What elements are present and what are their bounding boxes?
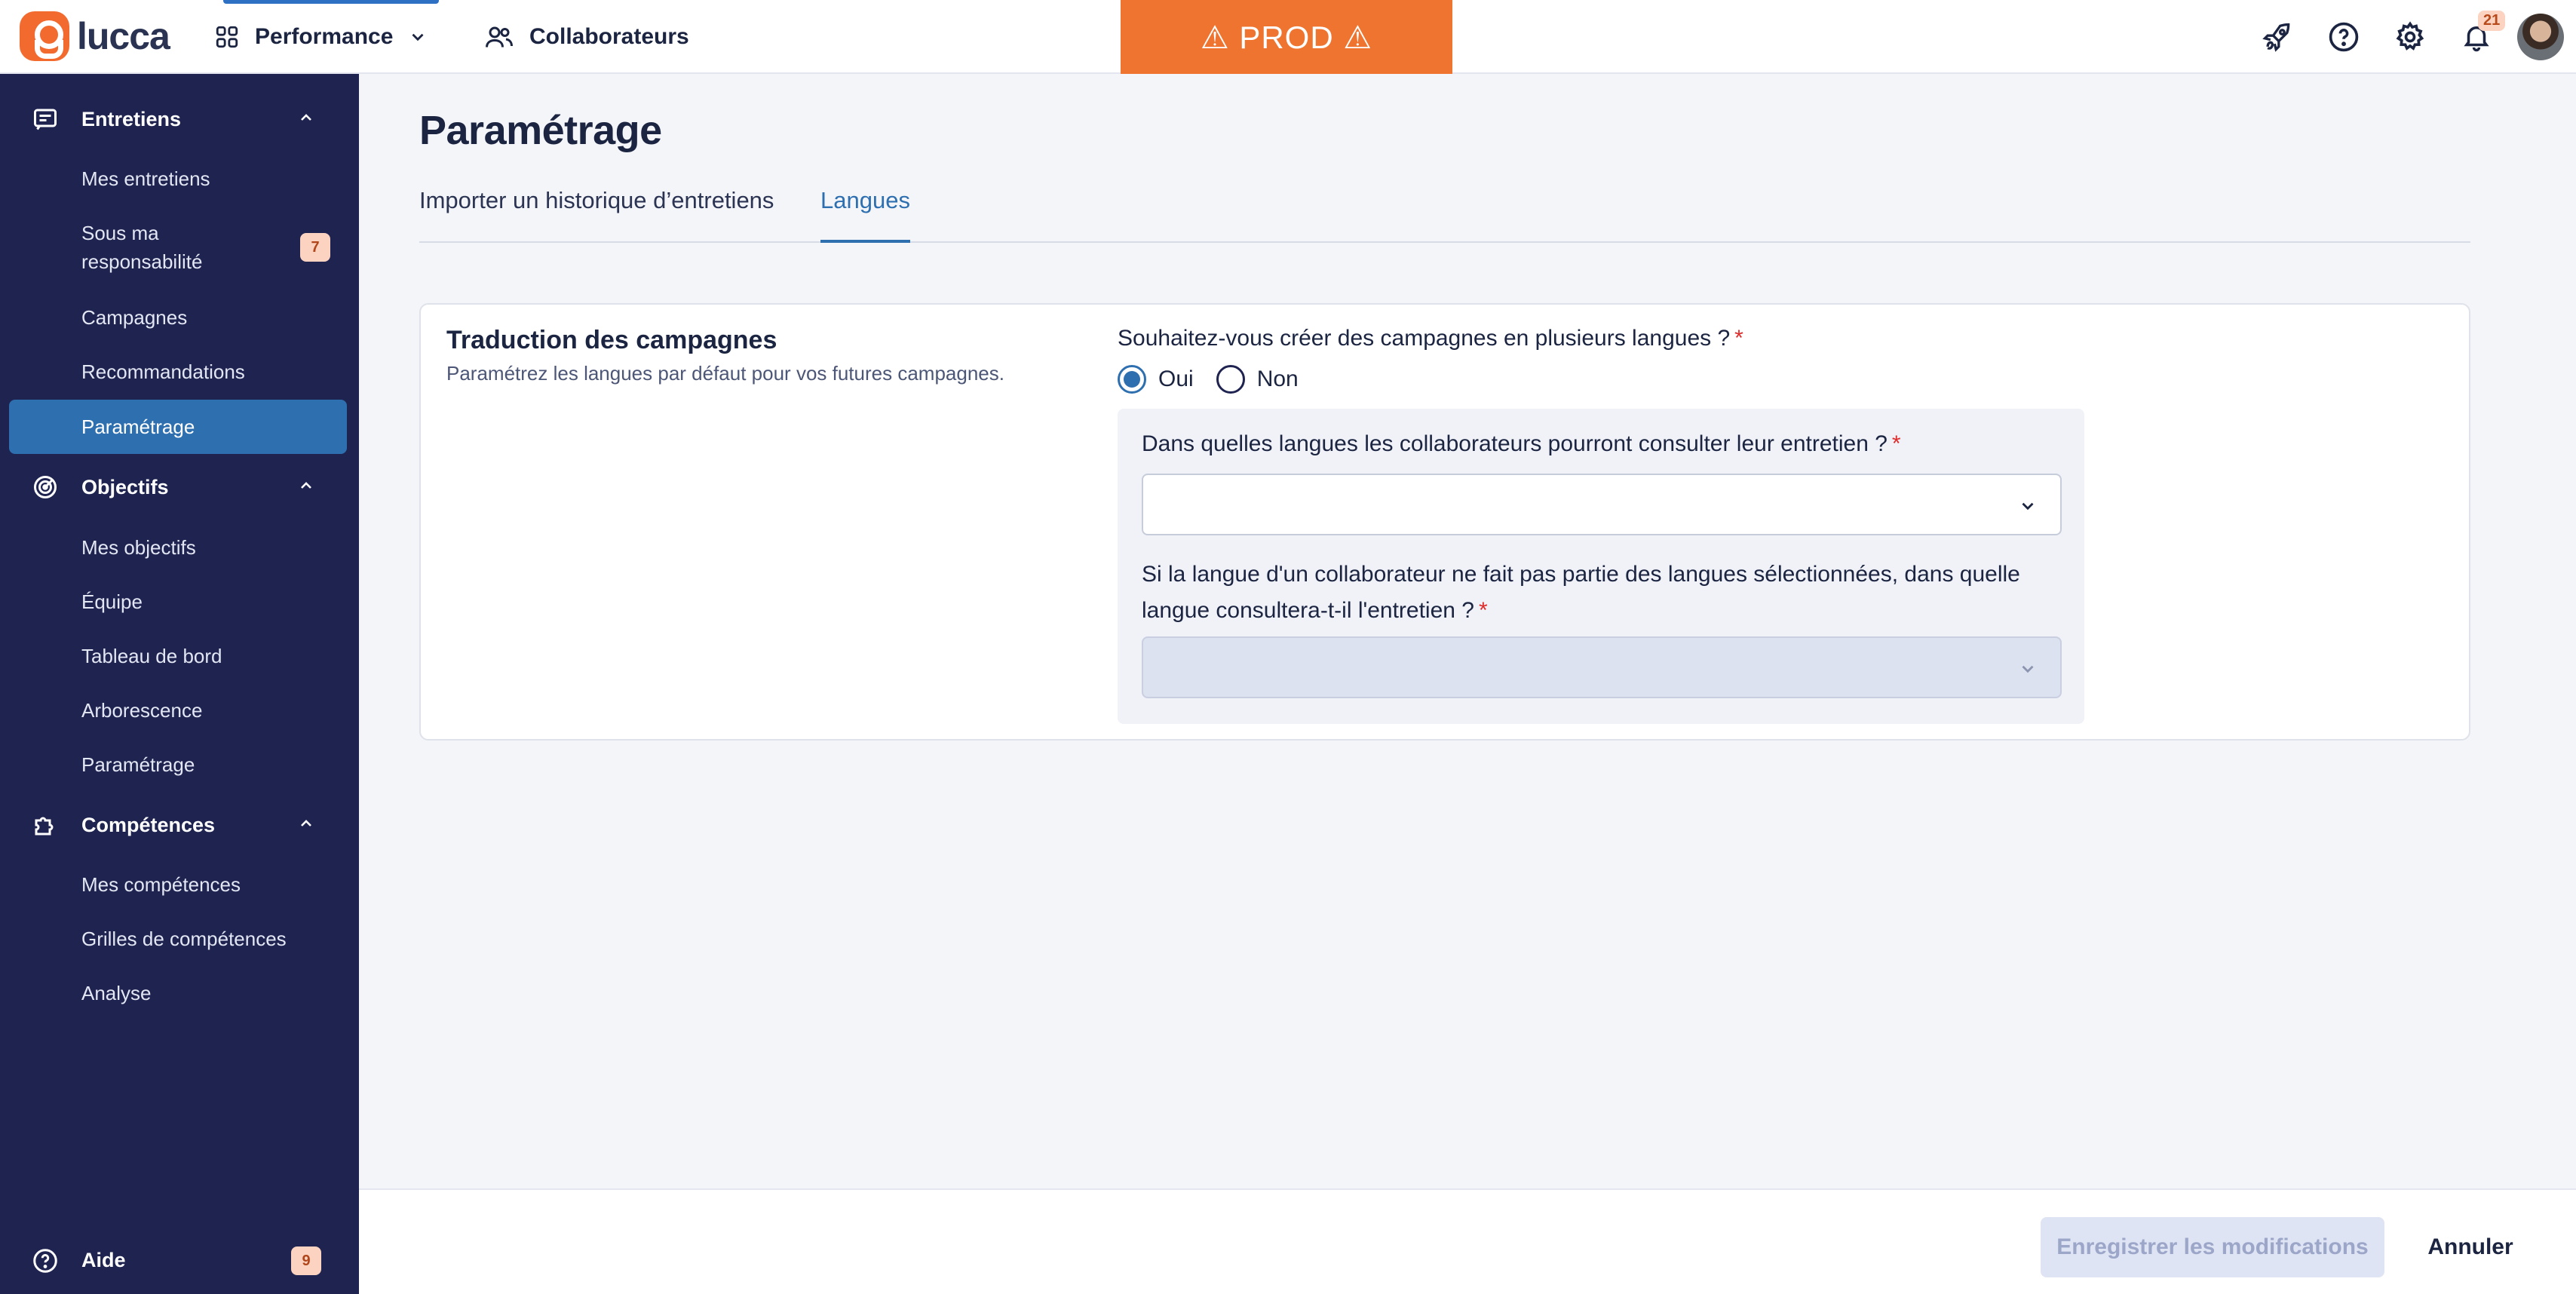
settings-icon — [2394, 20, 2427, 54]
lucca-logo-icon — [20, 11, 69, 61]
languages-select[interactable] — [1142, 474, 2062, 535]
sidebar-item-grilles-de-competences[interactable]: Grilles de compétences — [9, 925, 347, 953]
multilang-radio-group: Oui Non — [1118, 365, 1321, 394]
languages-question: Dans quelles langues les collaborateurs … — [1142, 431, 1901, 457]
message-icon — [32, 106, 59, 133]
notification-count-badge: 21 — [2478, 11, 2506, 31]
question-label: Dans quelles langues les collaborateurs … — [1142, 431, 1888, 456]
sidebar-item-arborescence[interactable]: Arborescence — [9, 696, 347, 725]
sidebar-item-analyse[interactable]: Analyse — [9, 979, 347, 1007]
chevron-down-icon — [408, 27, 428, 47]
chevron-up-icon — [297, 814, 315, 833]
footer-actions: Enregistrer les modifications Annuler — [359, 1188, 2576, 1294]
save-button[interactable]: Enregistrer les modifications — [2041, 1217, 2384, 1277]
target-icon — [32, 474, 59, 501]
section-label: Objectifs — [81, 475, 169, 498]
sidebar-item-campagnes[interactable]: Campagnes — [9, 303, 347, 332]
logo-text: lucca — [77, 15, 170, 57]
rocket-icon — [2261, 20, 2294, 54]
section-label: Compétences — [81, 813, 216, 836]
card-title: Traduction des campagnes — [446, 326, 777, 354]
help-icon — [2327, 20, 2360, 54]
radio-non[interactable] — [1216, 365, 1245, 394]
question-label: Souhaitez-vous créer des campagnes en pl… — [1118, 326, 1731, 351]
radio-oui[interactable] — [1118, 365, 1146, 394]
top-icons: 21 — [2244, 0, 2576, 74]
notifications-button[interactable]: 21 — [2443, 0, 2510, 74]
prod-environment-banner: ⚠ PROD ⚠ — [1121, 0, 1452, 74]
chevron-down-icon — [2018, 496, 2038, 516]
required-mark: * — [1891, 431, 1901, 456]
sidebar-section-competences[interactable]: Compétences — [0, 798, 359, 852]
tab-bar: Importer un historique d’entretiens Lang… — [419, 179, 2470, 243]
rocket-button[interactable] — [2244, 0, 2311, 74]
page-title: Paramétrage — [419, 108, 662, 153]
help-label: Aide — [81, 1249, 126, 1271]
users-icon — [484, 23, 514, 51]
user-avatar[interactable] — [2517, 14, 2564, 60]
language-options-panel: Dans quelles langues les collaborateurs … — [1118, 409, 2084, 724]
section-label: Entretiens — [81, 107, 182, 130]
question-label: Si la langue d'un collaborateur ne fait … — [1142, 562, 2020, 623]
grid-icon — [214, 24, 240, 50]
card-subtitle: Paramétrez les langues par défaut pour v… — [446, 362, 1004, 385]
app-switcher-performance[interactable]: Performance — [214, 0, 440, 74]
cancel-button[interactable]: Annuler — [2410, 1217, 2531, 1277]
sidebar-item-recommandations[interactable]: Recommandations — [9, 357, 347, 386]
radio-label-oui[interactable]: Oui — [1158, 366, 1194, 392]
app-label-collaborateurs: Collaborateurs — [529, 24, 689, 49]
chevron-up-icon — [297, 477, 315, 495]
sidebar-item-parametrage-entretiens[interactable]: Paramétrage — [9, 400, 347, 454]
multilang-question: Souhaitez-vous créer des campagnes en pl… — [1118, 326, 1743, 351]
sidebar-help-link[interactable]: Aide 9 — [0, 1234, 359, 1288]
sidebar-section-entretiens[interactable]: Entretiens — [0, 92, 359, 146]
sidebar-item-mes-competences[interactable]: Mes compétences — [9, 870, 347, 899]
top-bar: lucca Performance Collaborateurs ⚠ PROD … — [0, 0, 2576, 74]
app-label-performance: Performance — [255, 24, 394, 49]
tab-importer-historique[interactable]: Importer un historique d’entretiens — [419, 187, 774, 231]
count-badge: 7 — [300, 233, 330, 262]
help-icon — [32, 1247, 59, 1274]
app-link-collaborateurs[interactable]: Collaborateurs — [484, 0, 689, 74]
tab-langues[interactable]: Langues — [820, 187, 910, 243]
sidebar-section-objectifs[interactable]: Objectifs — [0, 460, 359, 514]
fallback-language-select[interactable] — [1142, 636, 2062, 698]
required-mark: * — [1478, 598, 1488, 623]
sidebar-item-sous-ma-responsabilite[interactable]: Sous ma responsabilité 7 — [9, 217, 347, 278]
required-mark: * — [1734, 326, 1743, 351]
sidebar-item-tableau-de-bord[interactable]: Tableau de bord — [9, 642, 347, 670]
settings-button[interactable] — [2377, 0, 2443, 74]
sidebar-item-label-line2: responsabilité — [81, 250, 203, 273]
chevron-up-icon — [297, 109, 315, 127]
help-button[interactable] — [2311, 0, 2377, 74]
lucca-logo[interactable]: lucca — [20, 11, 170, 62]
sidebar-item-parametrage-objectifs[interactable]: Paramétrage — [9, 750, 347, 779]
sidebar-item-label-line1: Sous ma — [81, 222, 159, 244]
translation-settings-card: Traduction des campagnes Paramétrez les … — [419, 303, 2470, 741]
sidebar-item-equipe[interactable]: Équipe — [9, 587, 347, 616]
sidebar-item-mes-entretiens[interactable]: Mes entretiens — [9, 164, 347, 193]
sidebar-item-mes-objectifs[interactable]: Mes objectifs — [9, 533, 347, 562]
puzzle-icon — [32, 811, 59, 839]
chevron-down-icon — [2018, 659, 2038, 679]
count-badge: 9 — [291, 1246, 321, 1275]
fallback-language-question: Si la langue d'un collaborateur ne fait … — [1142, 557, 2047, 629]
radio-label-non[interactable]: Non — [1257, 366, 1299, 392]
sidebar: Entretiens Mes entretiens Sous ma respon… — [0, 74, 359, 1294]
